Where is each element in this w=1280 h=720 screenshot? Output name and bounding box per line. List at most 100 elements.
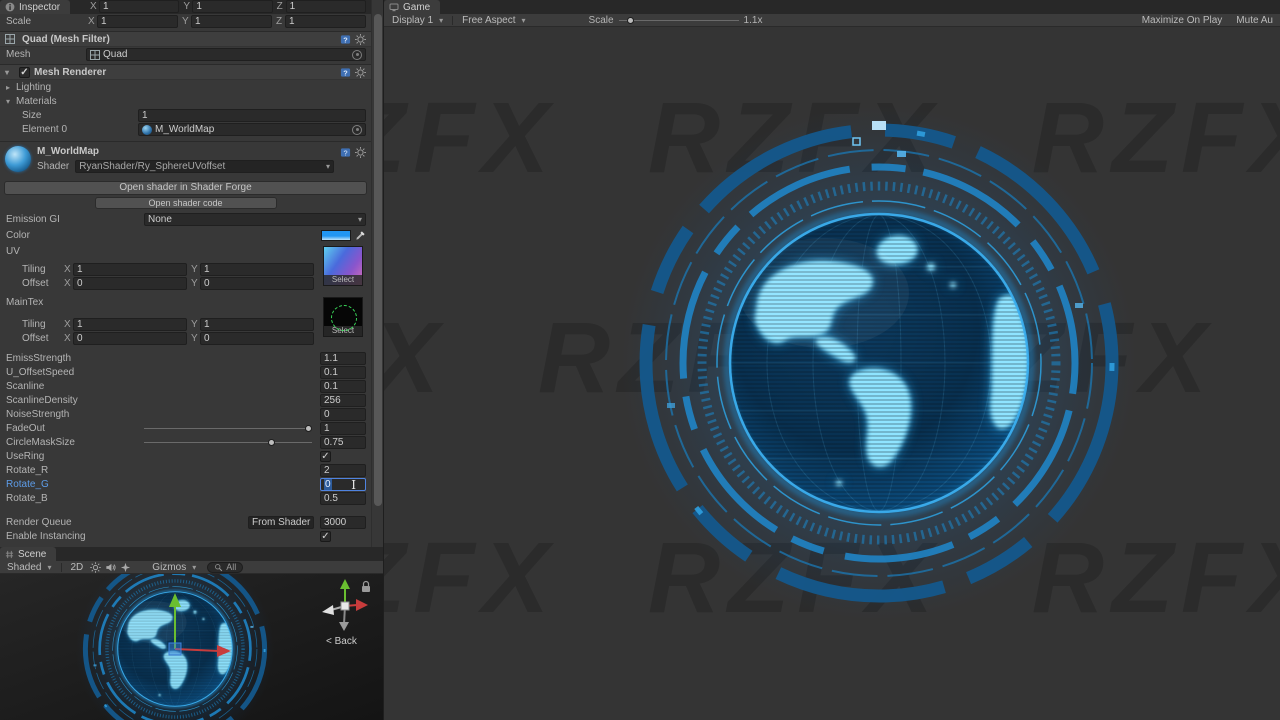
uv-offset-y-field[interactable]: 0: [200, 277, 314, 290]
open-shader-code-button[interactable]: Open shader code: [94, 197, 277, 209]
usering-checkbox[interactable]: [320, 451, 331, 462]
toolbar-separator: [60, 562, 62, 572]
mesh-renderer-header[interactable]: ▾ Mesh Renderer ?: [0, 64, 371, 80]
rotate-r-label: Rotate_R: [6, 465, 49, 476]
enable-instancing-row: Enable Instancing: [0, 530, 371, 543]
rotate-b-field[interactable]: 0.5: [320, 492, 366, 505]
chevron-down-icon: ▾: [357, 215, 362, 224]
tab-scene[interactable]: Scene: [0, 547, 57, 561]
color-swatch[interactable]: [321, 230, 351, 241]
maintex-tiling-y-field[interactable]: 1: [200, 318, 314, 331]
fadeout-field[interactable]: 1: [320, 422, 366, 435]
mesh-object-field[interactable]: Quad: [86, 48, 366, 61]
gizmos-dropdown[interactable]: Gizmos ▾: [149, 561, 199, 574]
shader-dropdown[interactable]: RyanShader/Ry_SphereUVoffset ▾: [75, 160, 334, 173]
object-picker-icon[interactable]: [352, 124, 362, 135]
game-scale-slider[interactable]: [618, 14, 739, 26]
uv-tiling-y-field[interactable]: 1: [200, 263, 314, 276]
render-queue-dropdown[interactable]: From Shader ▾: [248, 516, 314, 529]
uv-tiling-x-field[interactable]: 1: [73, 263, 187, 276]
scale-x-field[interactable]: 1: [97, 15, 178, 28]
gear-icon[interactable]: [355, 66, 366, 78]
game-tab-label: Game: [403, 1, 431, 13]
scene-orientation-gizmo[interactable]: [0, 574, 383, 720]
scale-y-field[interactable]: 1: [191, 15, 272, 28]
scale-row: Scale X1 Y1 Z1: [0, 15, 371, 28]
uv-offset-x-field[interactable]: 0: [73, 277, 187, 290]
inspector-tab-label: Inspector: [19, 1, 61, 13]
noisestrength-field[interactable]: 0: [320, 408, 366, 421]
scanlinedensity-label: ScanlineDensity: [6, 395, 78, 406]
rotate-g-field[interactable]: 0 I: [320, 478, 366, 491]
mesh-filter-header[interactable]: Quad (Mesh Filter) ?: [0, 31, 371, 47]
uv-select-button[interactable]: Select: [324, 275, 362, 285]
position-x-field[interactable]: 1: [99, 0, 180, 13]
mesh-renderer-enabled-checkbox[interactable]: [19, 66, 30, 78]
mute-audio-toggle[interactable]: Mute Au: [1236, 15, 1273, 26]
help-book-icon[interactable]: ?: [340, 34, 351, 45]
object-picker-icon[interactable]: [352, 49, 362, 60]
materials-foldout[interactable]: ▾ Materials: [0, 95, 371, 108]
scrollbar-thumb[interactable]: [374, 14, 382, 506]
2d-toggle[interactable]: 2D: [68, 561, 87, 574]
circlemasksize-slider[interactable]: [144, 436, 312, 449]
maintex-offset-x-field[interactable]: 0: [73, 332, 187, 345]
fadeout-slider[interactable]: [144, 422, 313, 435]
emission-gi-dropdown[interactable]: None ▾: [144, 213, 366, 226]
emissstrength-field[interactable]: 1.1: [320, 352, 366, 365]
slider-knob[interactable]: [626, 16, 634, 24]
maintex-offset-y-field[interactable]: 0: [200, 332, 314, 345]
tab-game[interactable]: Game: [384, 0, 441, 14]
render-queue-value-field[interactable]: 3000: [320, 516, 366, 529]
materials-size-row: Size 1: [0, 109, 371, 122]
circlemasksize-field[interactable]: 0.75: [320, 436, 366, 449]
rotate-r-field[interactable]: 2: [320, 464, 366, 477]
scene-lighting-sun-icon[interactable]: [90, 561, 102, 573]
position-z-field[interactable]: 1: [285, 0, 366, 13]
gear-icon[interactable]: [355, 147, 366, 158]
uoffsetspeed-field[interactable]: 0.1: [320, 366, 366, 379]
scene-effects-icon[interactable]: [120, 562, 131, 573]
eyedropper-icon[interactable]: [355, 230, 366, 241]
mesh-filter-title: Quad (Mesh Filter): [22, 33, 110, 45]
help-book-icon[interactable]: ?: [340, 67, 351, 78]
scene-back-label[interactable]: < Back: [326, 636, 357, 647]
scene-viewport[interactable]: < Back: [0, 574, 383, 720]
position-y-field[interactable]: 1: [192, 0, 273, 13]
2d-label: 2D: [70, 561, 84, 573]
element0-object-field[interactable]: M_WorldMap: [138, 123, 366, 136]
fadeout-label: FadeOut: [6, 423, 45, 434]
circlemasksize-label: CircleMaskSize: [6, 437, 75, 448]
svg-text:?: ?: [343, 148, 347, 157]
slider-knob[interactable]: [305, 425, 313, 432]
aspect-dropdown[interactable]: Free Aspect ▾: [459, 14, 528, 26]
chevron-down-icon: ▾: [192, 562, 197, 572]
gear-icon[interactable]: [355, 33, 366, 45]
tab-inspector[interactable]: Inspector: [0, 0, 71, 14]
shaded-dropdown[interactable]: Shaded ▾: [4, 561, 55, 574]
maintex-select-button[interactable]: Select: [324, 326, 362, 336]
slider-knob[interactable]: [268, 439, 276, 446]
material-sphere-icon: [142, 124, 152, 135]
scene-audio-speaker-icon[interactable]: [105, 562, 116, 573]
scale-z-field[interactable]: 1: [285, 15, 366, 28]
enable-instancing-checkbox[interactable]: [320, 531, 331, 542]
lighting-foldout[interactable]: ▸ Lighting: [0, 81, 371, 94]
display-dropdown[interactable]: Display 1 ▾: [389, 14, 446, 26]
scanlinedensity-field[interactable]: 256: [320, 394, 366, 407]
foldout-icon[interactable]: ▾: [5, 68, 15, 77]
help-book-icon[interactable]: ?: [340, 147, 351, 158]
uv-texture-thumbnail[interactable]: Select: [323, 246, 363, 286]
maintex-tiling-x-field[interactable]: 1: [73, 318, 187, 331]
scene-search-input[interactable]: All: [207, 561, 244, 573]
inspector-scrollbar[interactable]: [371, 0, 383, 547]
game-viewport: RZFX RZFX RZFX RZFX RZFX RZFX RZFX RZFX …: [384, 27, 1280, 720]
open-shader-forge-button[interactable]: Open shader in Shader Forge: [4, 181, 367, 195]
size-field[interactable]: 1: [138, 109, 366, 122]
aspect-label: Free Aspect: [462, 14, 516, 26]
maximize-on-play-toggle[interactable]: Maximize On Play: [1142, 15, 1223, 26]
mesh-row: Mesh Quad: [0, 48, 371, 61]
axis-y-label: Y: [191, 319, 198, 330]
scanline-field[interactable]: 0.1: [320, 380, 366, 393]
maintex-texture-thumbnail[interactable]: Select: [323, 297, 363, 337]
